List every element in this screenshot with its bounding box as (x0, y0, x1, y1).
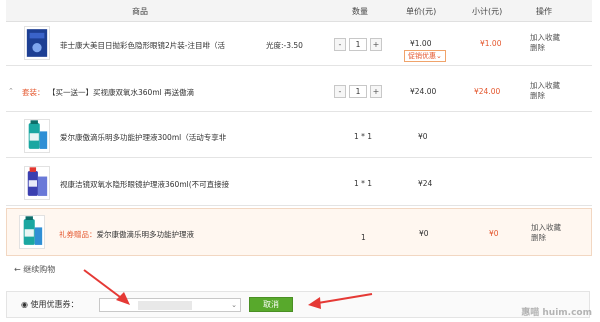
row-ops-bundle: 加入收藏 删除 (530, 81, 560, 101)
bundle-item-row: 爱尔康傲滴乐明多功能护理液300ml（活动专享非 1 * 1 ¥0 (6, 114, 592, 158)
coupon-panel: ◉ 使用优惠券： ⌄ 取消 (6, 291, 590, 318)
subtotal-lens: ¥1.00 (480, 39, 502, 48)
header-price: 单价(元) (406, 7, 437, 16)
row-ops-lens: 加入收藏 删除 (530, 33, 560, 53)
product-image-solution[interactable] (24, 119, 50, 153)
coupon-redacted-value (138, 301, 192, 310)
bundle-item-qty: 1 * 1 (354, 132, 373, 141)
qty-minus-button[interactable]: - (334, 38, 346, 51)
solution-bottle-icon (28, 120, 48, 149)
bundle-item-qty: 1 * 1 (354, 179, 373, 188)
header-product: 商品 (132, 7, 148, 16)
add-favorite-link[interactable]: 加入收藏 (531, 223, 561, 233)
gift-tag: 礼券赠品： (59, 230, 97, 239)
solution-bottle-icon (23, 216, 43, 245)
bundle-item-price: ¥0 (418, 132, 428, 141)
gift-qty: 1 (361, 233, 366, 242)
peroxide-bottle-icon (27, 167, 48, 196)
gift-subtotal: ¥0 (489, 229, 499, 238)
lens-box-icon (26, 29, 48, 57)
collapse-caret-icon[interactable]: ⌃ (8, 87, 14, 95)
product-name-lens[interactable]: 菲士康大美目日抛彩色隐形眼镜2片装-注目啡（活 (60, 40, 256, 51)
bundle-name[interactable]: 【买一送一】买视康双氧水360ml 再送傲滴 (48, 87, 194, 98)
add-favorite-link[interactable]: 加入收藏 (530, 33, 560, 43)
product-image-lens[interactable] (24, 26, 50, 60)
header-ops: 操作 (536, 7, 552, 16)
subtotal-bundle: ¥24.00 (474, 87, 501, 96)
cart-row-gift: 礼券赠品：爱尔康傲滴乐明多功能护理液 1 ¥0 ¥0 加入收藏 删除 (6, 208, 592, 256)
bundle-item-name[interactable]: 视康洁镜双氧水隐形眼镜护理液360ml(不可直接接 (60, 179, 320, 190)
unit-price-bundle: ¥24.00 (410, 87, 437, 96)
bundle-item-name[interactable]: 爱尔康傲滴乐明多功能护理液300ml（活动专享非 (60, 132, 310, 143)
continue-shopping-link[interactable]: ← 继续购物 (14, 264, 55, 275)
delete-link[interactable]: 删除 (530, 91, 560, 101)
qty-minus-button[interactable]: - (334, 85, 346, 98)
qty-input[interactable]: 1 (349, 38, 367, 51)
add-favorite-link[interactable]: 加入收藏 (530, 81, 560, 91)
qty-plus-button[interactable]: + (370, 38, 382, 51)
row-ops-gift: 加入收藏 删除 (531, 223, 561, 243)
cart-row-lens: 菲士康大美目日抛彩色隐形眼镜2片装-注目啡（活 光度:-3.50 - 1 + ¥… (6, 22, 592, 66)
promo-dropdown[interactable]: 促销优惠⌄ (404, 50, 446, 62)
product-spec-lens: 光度:-3.50 (266, 41, 303, 50)
gift-item: 礼券赠品：爱尔康傲滴乐明多功能护理液 (59, 229, 299, 240)
cancel-coupon-button[interactable]: 取消 (249, 297, 293, 312)
cart-row-bundle: ⌃ 套装： 【买一送一】买视康双氧水360ml 再送傲滴 - 1 + ¥24.0… (6, 72, 592, 112)
qty-input[interactable]: 1 (349, 85, 367, 98)
gift-price: ¥0 (419, 229, 429, 238)
quantity-stepper-bundle: - 1 + (334, 85, 382, 98)
coupon-select[interactable]: ⌄ (99, 298, 241, 312)
bundle-item-row: 视康洁镜双氧水隐形眼镜护理液360ml(不可直接接 1 * 1 ¥24 (6, 160, 592, 206)
watermark: 惠喵 huim.com (521, 308, 592, 318)
gift-name[interactable]: 爱尔康傲滴乐明多功能护理液 (97, 230, 195, 239)
bundle-label: 套装： (22, 88, 45, 97)
cart-table-header: 商品 数量 单价(元) 小计(元) 操作 (6, 0, 592, 22)
header-qty: 数量 (352, 7, 368, 16)
unit-price-lens: ¥1.00 (410, 39, 432, 48)
product-image-gift[interactable] (19, 215, 45, 249)
quantity-stepper-lens: - 1 + (334, 38, 382, 51)
bundle-item-price: ¥24 (418, 179, 433, 188)
header-subtotal: 小计(元) (472, 7, 503, 16)
qty-plus-button[interactable]: + (370, 85, 382, 98)
product-image-peroxide[interactable] (24, 166, 50, 200)
chevron-down-icon: ⌄ (231, 301, 237, 309)
delete-link[interactable]: 删除 (530, 43, 560, 53)
coupon-label[interactable]: ◉ 使用优惠券： (21, 299, 79, 310)
delete-link[interactable]: 删除 (531, 233, 561, 243)
